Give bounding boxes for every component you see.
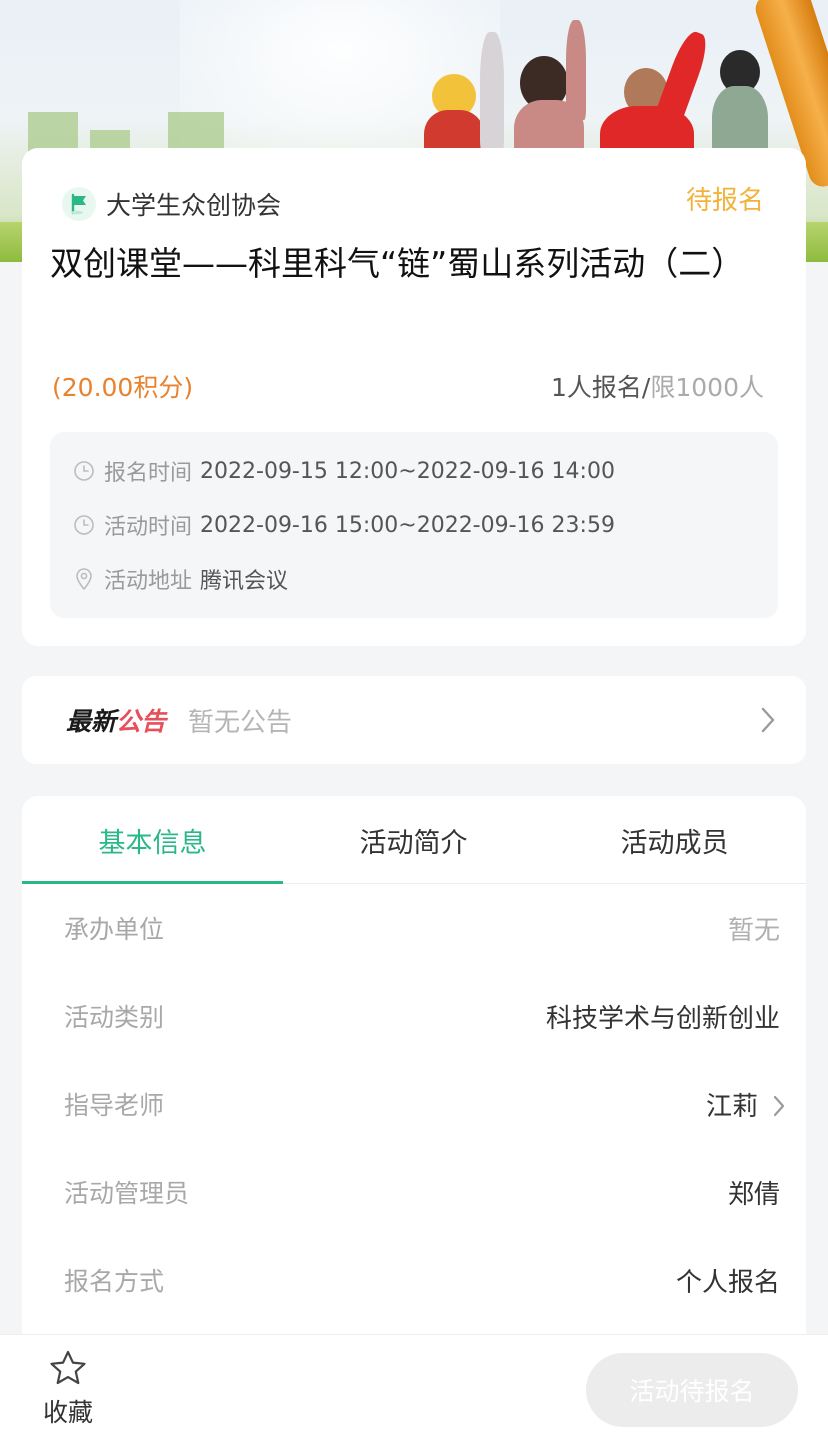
signup-time-row: 报名时间 2022-09-15 12:00~2022-09-16 14:00 [72, 456, 615, 486]
activity-credits: (20.00积分) [52, 373, 194, 402]
organizer-name: 大学生众创协会 [106, 191, 282, 220]
chevron-right-icon [760, 706, 776, 738]
bottom-bar: 收藏 活动待报名 [0, 1334, 828, 1442]
activity-title: 双创课堂——科里科气“链”蜀山系列活动（二） [50, 244, 745, 283]
field-row-host: 承办单位 暂无 [22, 884, 806, 972]
field-value: 科技学术与创新创业 [545, 1004, 780, 1034]
notice-title-part1: 最新 [66, 707, 117, 736]
clock-icon [72, 459, 96, 483]
address-value: 腾讯会议 [200, 569, 289, 594]
field-label: 活动管理员 [64, 1179, 190, 1208]
field-label: 指导老师 [64, 1091, 165, 1120]
status-badge: 待报名 [685, 186, 764, 216]
clock-icon [72, 513, 96, 537]
tab-basic-info[interactable]: 基本信息 [22, 796, 283, 884]
notice-text: 暂无公告 [188, 707, 293, 738]
location-pin-icon [72, 567, 96, 591]
field-row-category: 活动类别 科技学术与创新创业 [22, 972, 806, 1060]
field-value: 江莉 [705, 1092, 758, 1122]
notice-title-part2: 公告 [116, 707, 167, 736]
tab-activity-intro[interactable]: 活动简介 [283, 796, 544, 884]
signup-time-label: 报名时间 [104, 461, 193, 486]
favorite-label: 收藏 [42, 1398, 93, 1427]
tab-bar: 基本信息 活动简介 活动成员 [22, 796, 806, 884]
address-label: 活动地址 [104, 569, 193, 594]
field-value: 个人报名 [675, 1268, 780, 1298]
flag-icon [62, 187, 96, 221]
detail-section: 基本信息 活动简介 活动成员 承办单位 暂无 活动类别 科技学术与创新创业 指导… [22, 796, 806, 1356]
activity-info-box: 报名时间 2022-09-15 12:00~2022-09-16 14:00 活… [50, 432, 778, 618]
signup-button[interactable]: 活动待报名 [586, 1353, 798, 1427]
activity-time-row: 活动时间 2022-09-16 15:00~2022-09-16 23:59 [72, 510, 615, 540]
field-value: 郑倩 [727, 1180, 780, 1210]
field-label: 承办单位 [64, 915, 165, 944]
field-row-signup-method: 报名方式 个人报名 [22, 1236, 806, 1324]
notice-bar[interactable]: 最新 公告 暂无公告 [22, 676, 806, 764]
signup-count: 1人报名/限1000人 [551, 368, 764, 404]
signup-count-text: 1人报名/ [551, 373, 651, 402]
field-row-advisor[interactable]: 指导老师 江莉 [22, 1060, 806, 1148]
star-icon [48, 1350, 88, 1391]
activity-time-label: 活动时间 [104, 515, 193, 540]
field-label: 报名方式 [64, 1267, 165, 1296]
activity-card: 大学生众创协会 待报名 双创课堂——科里科气“链”蜀山系列活动（二） (20.0… [22, 148, 806, 646]
activity-time-value: 2022-09-16 15:00~2022-09-16 23:59 [200, 512, 615, 538]
signup-time-value: 2022-09-15 12:00~2022-09-16 14:00 [200, 458, 615, 484]
field-value: 暂无 [727, 916, 780, 946]
field-row-admin: 活动管理员 郑倩 [22, 1148, 806, 1236]
signup-limit: 限1000人 [650, 373, 764, 402]
chevron-right-icon [772, 1094, 786, 1122]
field-label: 活动类别 [64, 1003, 165, 1032]
favorite-button[interactable]: 收藏 [38, 1349, 98, 1429]
address-row: 活动地址 腾讯会议 [72, 564, 288, 594]
tab-activity-members[interactable]: 活动成员 [544, 796, 805, 884]
organizer-row[interactable]: 大学生众创协会 [62, 186, 281, 222]
